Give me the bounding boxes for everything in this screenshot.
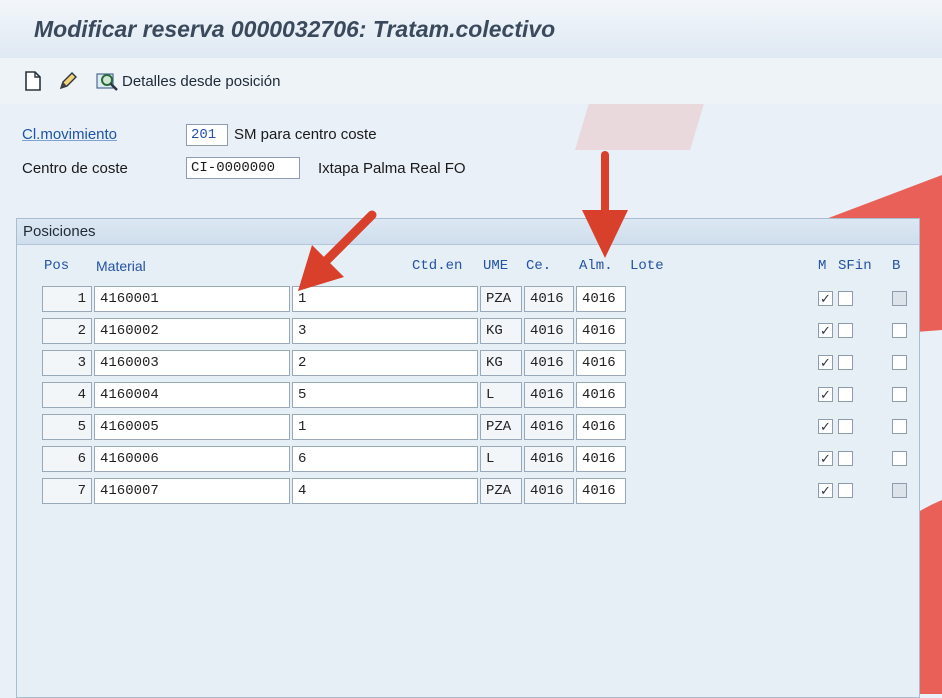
table-cell-material[interactable]: 4160002 <box>94 318 290 344</box>
table-cell-center[interactable]: 4016 <box>524 478 574 504</box>
table-cell-pos[interactable]: 2 <box>42 318 92 344</box>
checkbox-m[interactable]: ✓ <box>818 483 833 498</box>
checkbox-sfin[interactable] <box>838 323 853 338</box>
table-cell-center[interactable]: 4016 <box>524 414 574 440</box>
table-cell-ume[interactable]: PZA <box>480 478 522 504</box>
table-cell-qty[interactable]: 4 <box>292 478 478 504</box>
table-cell-warehouse[interactable]: 4016 <box>576 382 626 408</box>
table-cell-warehouse[interactable]: 4016 <box>576 286 626 312</box>
table-cell-pos[interactable]: 4 <box>42 382 92 408</box>
table-cell-warehouse[interactable]: 4016 <box>576 350 626 376</box>
column-header-qty: Ctd.en <box>412 258 463 274</box>
table-cell-center[interactable]: 4016 <box>524 286 574 312</box>
checkbox-b[interactable] <box>892 291 907 306</box>
table-cell-ume[interactable]: KG <box>480 350 522 376</box>
column-header-m: M <box>818 258 827 274</box>
table-cell-pos[interactable]: 3 <box>42 350 92 376</box>
table-cell-center[interactable]: 4016 <box>524 446 574 472</box>
table-cell-qty[interactable]: 6 <box>292 446 478 472</box>
checkbox-sfin[interactable] <box>838 387 853 402</box>
cost-center-description: Ixtapa Palma Real FO <box>318 160 466 177</box>
table-cell-ume[interactable]: KG <box>480 318 522 344</box>
checkbox-b[interactable] <box>892 451 907 466</box>
magnifier-icon[interactable] <box>96 71 120 98</box>
table-cell-qty[interactable]: 3 <box>292 318 478 344</box>
positions-group-header: Posiciones <box>17 219 919 245</box>
checkbox-m[interactable]: ✓ <box>818 419 833 434</box>
application-toolbar: Detalles desde posición <box>0 58 942 104</box>
checkbox-b[interactable] <box>892 419 907 434</box>
table-cell-warehouse[interactable]: 4016 <box>576 414 626 440</box>
table-cell-center[interactable]: 4016 <box>524 318 574 344</box>
table-cell-ume[interactable]: PZA <box>480 286 522 312</box>
checkbox-b[interactable] <box>892 355 907 370</box>
checkbox-sfin[interactable] <box>838 291 853 306</box>
table-cell-warehouse[interactable]: 4016 <box>576 318 626 344</box>
checkbox-sfin[interactable] <box>838 355 853 370</box>
table-cell-ume[interactable]: PZA <box>480 414 522 440</box>
table-cell-material[interactable]: 4160001 <box>94 286 290 312</box>
table-cell-ume[interactable]: L <box>480 446 522 472</box>
table-cell-material[interactable]: 4160005 <box>94 414 290 440</box>
column-header-material: Material <box>96 258 146 274</box>
checkbox-b[interactable] <box>892 483 907 498</box>
details-from-position-button[interactable]: Detalles desde posición <box>122 73 280 90</box>
page-title: Modificar reserva 0000032706: Tratam.col… <box>34 16 556 42</box>
table-cell-pos[interactable]: 7 <box>42 478 92 504</box>
checkbox-b[interactable] <box>892 323 907 338</box>
table-cell-material[interactable]: 4160006 <box>94 446 290 472</box>
cost-center-field[interactable]: CI-0000000 <box>186 157 300 179</box>
table-cell-center[interactable]: 4016 <box>524 382 574 408</box>
checkbox-m[interactable]: ✓ <box>818 323 833 338</box>
table-cell-qty[interactable]: 5 <box>292 382 478 408</box>
cost-center-label: Centro de coste <box>22 160 128 177</box>
table-cell-warehouse[interactable]: 4016 <box>576 478 626 504</box>
checkbox-m[interactable]: ✓ <box>818 387 833 402</box>
document-icon[interactable] <box>24 71 42 96</box>
table-cell-ume[interactable]: L <box>480 382 522 408</box>
table-cell-pos[interactable]: 1 <box>42 286 92 312</box>
checkbox-sfin[interactable] <box>838 451 853 466</box>
checkbox-sfin[interactable] <box>838 419 853 434</box>
title-bar: Modificar reserva 0000032706: Tratam.col… <box>0 0 942 58</box>
positions-group-title: Posiciones <box>23 223 96 240</box>
table-cell-material[interactable]: 4160004 <box>94 382 290 408</box>
table-cell-qty[interactable]: 2 <box>292 350 478 376</box>
table-cell-material[interactable]: 4160003 <box>94 350 290 376</box>
table-cell-pos[interactable]: 5 <box>42 414 92 440</box>
table-cell-warehouse[interactable]: 4016 <box>576 446 626 472</box>
column-header-center: Ce. <box>526 258 552 274</box>
checkbox-sfin[interactable] <box>838 483 853 498</box>
table-cell-material[interactable]: 4160007 <box>94 478 290 504</box>
checkbox-b[interactable] <box>892 387 907 402</box>
checkbox-m[interactable]: ✓ <box>818 355 833 370</box>
column-header-pos: Pos <box>44 258 70 274</box>
table-cell-center[interactable]: 4016 <box>524 350 574 376</box>
annotation-arrow-quantity-icon <box>298 210 377 291</box>
checkbox-m[interactable]: ✓ <box>818 451 833 466</box>
movement-type-description: SM para centro coste <box>234 126 377 143</box>
annotation-arrow-warehouse-icon <box>582 151 628 258</box>
column-header-sfin: SFin <box>838 258 872 274</box>
table-cell-pos[interactable]: 6 <box>42 446 92 472</box>
checkbox-m[interactable]: ✓ <box>818 291 833 306</box>
movement-type-field[interactable]: 201 <box>186 124 228 146</box>
pencil-icon[interactable] <box>58 71 78 96</box>
table-cell-qty[interactable]: 1 <box>292 414 478 440</box>
column-header-ume: UME <box>483 258 509 274</box>
column-header-b: B <box>892 258 901 274</box>
movement-type-label[interactable]: Cl.movimiento <box>22 126 117 143</box>
